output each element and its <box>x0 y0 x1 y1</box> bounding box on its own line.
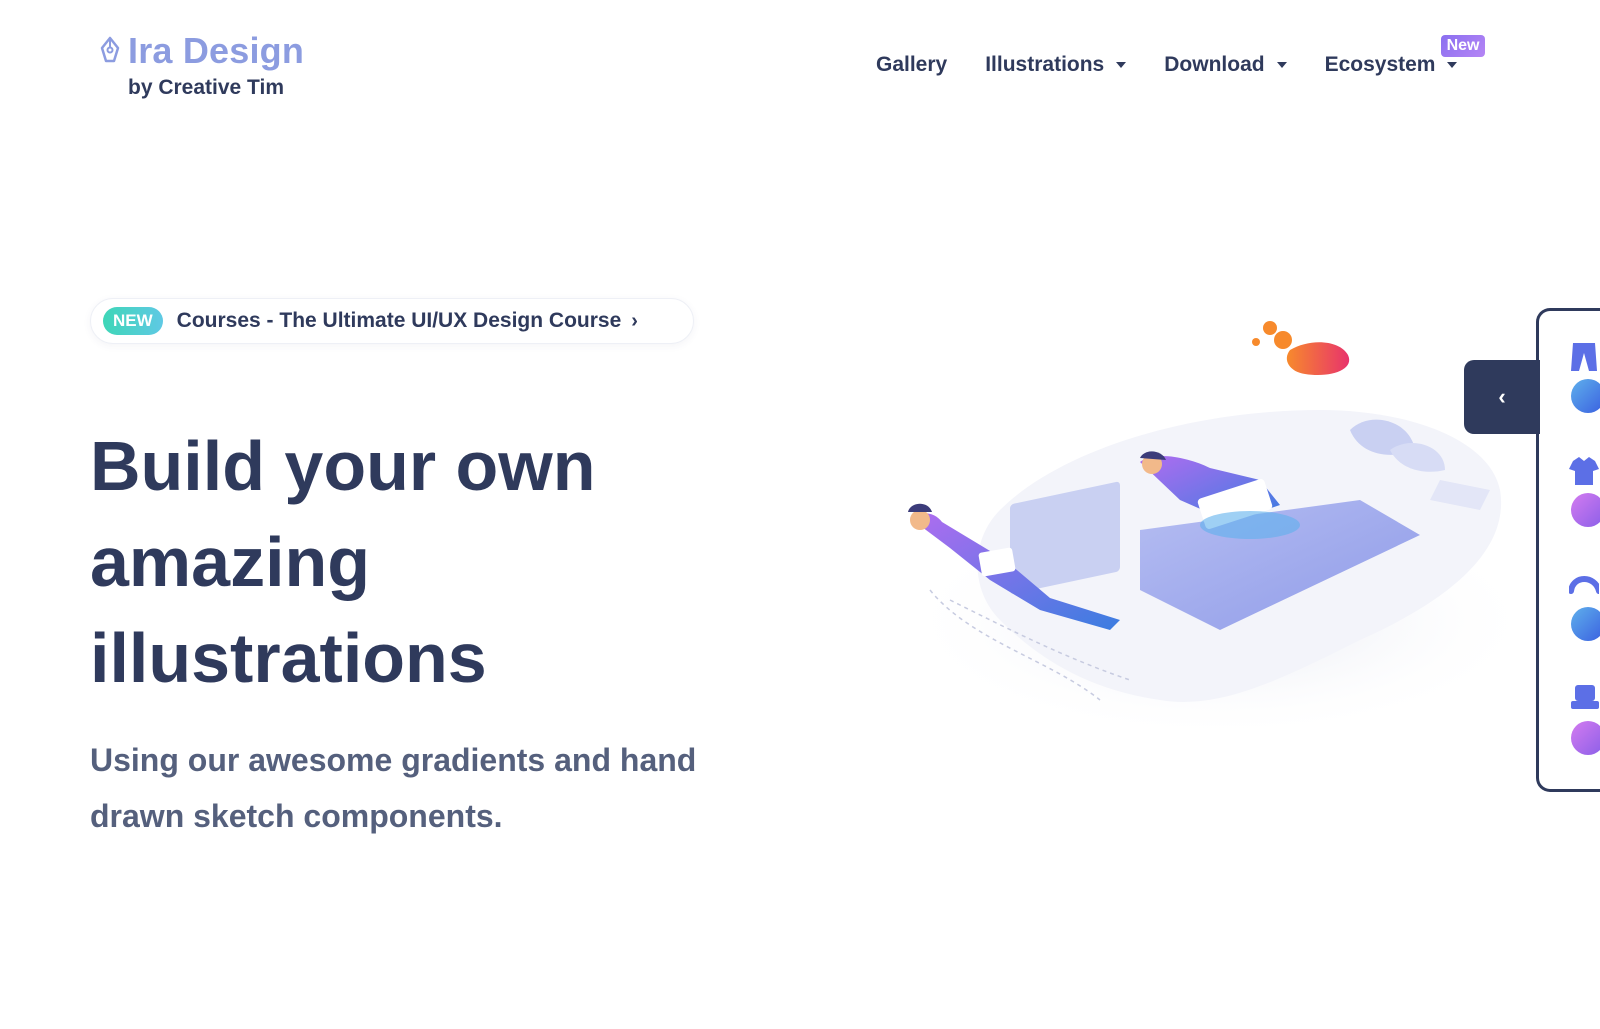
main-nav: Gallery Illustrations Download Ecosystem… <box>876 35 1486 77</box>
nav-gallery[interactable]: Gallery <box>876 53 947 77</box>
hair-icon <box>1568 576 1600 594</box>
course-announcement-link[interactable]: NEW Courses - The Ultimate UI/UX Design … <box>90 298 694 344</box>
caret-down-icon <box>1116 62 1127 68</box>
caret-down-icon <box>1447 62 1458 68</box>
chevron-left-icon: ‹ <box>1498 384 1506 409</box>
hero-illustration <box>890 300 1540 760</box>
customizer-item-hair[interactable] <box>1568 569 1600 641</box>
color-swatch[interactable] <box>1571 493 1600 527</box>
brand-name: Ira Design <box>128 30 305 71</box>
color-swatch[interactable] <box>1571 721 1600 755</box>
hero-subtitle: Using our awesome gradients and hand dra… <box>90 732 790 844</box>
pants-icon <box>1571 343 1597 371</box>
chair-icon <box>1571 685 1599 709</box>
new-badge: NEW <box>103 307 163 335</box>
hero-title-line: amazing <box>90 523 371 601</box>
color-swatch[interactable] <box>1571 379 1600 413</box>
customizer-panel <box>1536 308 1600 792</box>
nav-download-label: Download <box>1164 53 1265 76</box>
brand-subtitle: by Creative Tim <box>128 76 285 99</box>
hero-subtitle-line: drawn sketch components. <box>90 798 503 834</box>
pen-nib-icon <box>96 35 124 67</box>
hero-title: Build your own amazing illustrations <box>90 418 790 706</box>
hero-subtitle-line: Using our awesome gradients and hand <box>90 742 697 778</box>
new-badge: New <box>1440 35 1486 57</box>
nav-ecosystem-label: Ecosystem <box>1324 53 1436 76</box>
nav-ecosystem-dropdown[interactable]: Ecosystem New <box>1324 35 1486 77</box>
nav-illustrations-dropdown[interactable]: Illustrations <box>985 53 1127 77</box>
hero-title-line: Build your own <box>90 427 596 505</box>
customizer-item-pants[interactable] <box>1569 341 1600 413</box>
hero-title-line: illustrations <box>90 619 487 697</box>
nav-download-dropdown[interactable]: Download <box>1164 53 1287 77</box>
chevron-right-icon: › <box>631 309 638 332</box>
caret-down-icon <box>1276 62 1287 68</box>
customizer-item-chair[interactable] <box>1569 683 1600 755</box>
announcement-text: Courses - The Ultimate UI/UX Design Cour… <box>176 309 622 332</box>
customizer-item-shirt[interactable] <box>1569 455 1600 527</box>
nav-gallery-label: Gallery <box>876 53 948 76</box>
nav-illustrations-label: Illustrations <box>985 53 1105 76</box>
brand-logo[interactable]: Ira Design by Creative Tim <box>96 30 304 100</box>
color-swatch[interactable] <box>1571 607 1600 641</box>
shirt-icon <box>1569 457 1599 485</box>
customizer-toggle-button[interactable]: ‹ <box>1464 360 1540 434</box>
